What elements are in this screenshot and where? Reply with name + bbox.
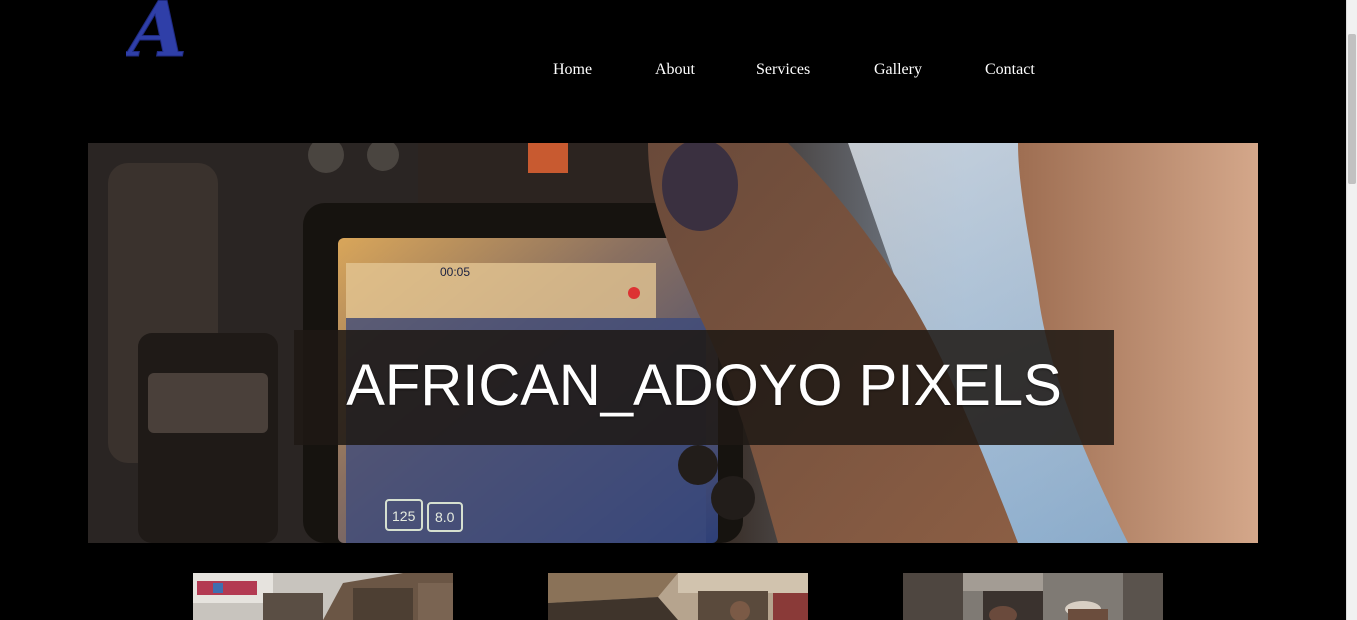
page-scrollbar[interactable] <box>1346 0 1357 620</box>
page: A Home About Services Gallery Contact 12… <box>0 0 1357 620</box>
gallery-thumbnail[interactable] <box>548 573 808 620</box>
nav-services-link[interactable]: Services <box>756 60 810 80</box>
gallery-thumbnail[interactable] <box>903 573 1163 620</box>
main-nav: Home About Services Gallery Contact <box>0 60 1357 82</box>
scrollbar-thumb[interactable] <box>1348 34 1356 184</box>
logo-letter: A <box>126 0 187 62</box>
nav-contact-link[interactable]: Contact <box>985 60 1035 80</box>
blackletter-a-logo-icon: A <box>122 0 188 75</box>
site-logo[interactable]: A <box>122 0 196 75</box>
street-scene-image <box>193 573 453 620</box>
nav-home-link[interactable]: Home <box>553 60 592 80</box>
hero-image: 125 8.0 00:05 AFRICAN_ADOYO PIXELS <box>88 143 1258 543</box>
nav-gallery-link[interactable]: Gallery <box>874 60 922 80</box>
hero-title: AFRICAN_ADOYO PIXELS <box>346 353 1062 418</box>
svg-text:125: 125 <box>392 508 416 524</box>
svg-text:00:05: 00:05 <box>440 265 470 279</box>
hero-title-banner: AFRICAN_ADOYO PIXELS <box>294 330 1114 445</box>
svg-text:8.0: 8.0 <box>435 509 455 525</box>
street-scene-image <box>548 573 808 620</box>
nav-about-link[interactable]: About <box>655 60 695 80</box>
street-scene-image <box>903 573 1163 620</box>
gallery-thumbnail[interactable] <box>193 573 453 620</box>
